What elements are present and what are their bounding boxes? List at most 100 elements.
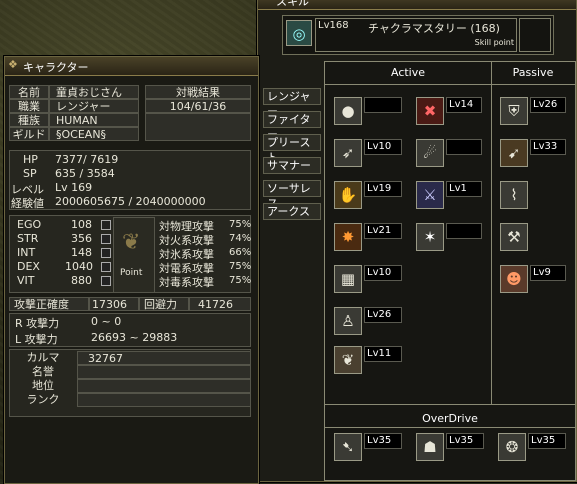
leaf-emblem-icon: ❦ (122, 230, 141, 255)
point-emblem: ❦ Point (113, 217, 155, 293)
overdrive-header: OverDrive (422, 412, 478, 425)
fame-label: 名誉 (32, 365, 54, 378)
vit-checkbox[interactable] (101, 276, 111, 286)
skill-level-12: Lv26 (530, 97, 566, 113)
skill-window-title: スキル (276, 0, 309, 8)
karma-label: カルマ (26, 351, 60, 364)
status-value (77, 379, 251, 393)
resist-physical-value: 75% (229, 219, 252, 230)
skill-icon-shield[interactable]: ⛨ (500, 97, 528, 125)
selected-skill-level: Lv168 (318, 20, 349, 31)
window-ornament-icon: ❖ (8, 58, 18, 71)
karma-value: 32767 (77, 351, 251, 365)
dex-checkbox[interactable] (101, 262, 111, 272)
evasion-value: 41726 (189, 297, 251, 311)
sp-value: 635 / 3584 (55, 167, 115, 180)
overdrive-icon-2[interactable]: ☗ (416, 433, 444, 461)
battle-result-value: 104/61/36 (145, 99, 251, 113)
character-window: ❖ キャラクター 名前 童貞おじさん 職業 レンジャー 種族 HUMAN ギルド… (4, 56, 259, 484)
sp-label: SP (23, 167, 37, 180)
selected-skill-name: チャクラマスタリー (168) (368, 22, 500, 35)
point-label: Point (120, 268, 143, 278)
skill-point-value-box (519, 18, 551, 52)
tab-fighter[interactable]: ファイター (263, 111, 321, 141)
ego-value: 108 (71, 218, 92, 231)
skill-icon-figure[interactable]: ♙ (334, 307, 362, 335)
skill-icon-eye[interactable]: ✖ (416, 97, 444, 125)
skill-level-1 (364, 97, 402, 113)
str-label: STR (17, 232, 39, 245)
vit-value: 880 (71, 274, 92, 287)
skill-icon-bow[interactable]: ➹ (500, 139, 528, 167)
hp-label: HP (23, 153, 38, 166)
accuracy-label: 攻撃正確度 (9, 297, 89, 311)
r-attack-label: R 攻撃力 (15, 317, 60, 330)
overdrive-level-3: Lv35 (528, 433, 566, 449)
name-label: 名前 (9, 85, 49, 99)
character-window-title: キャラクター (23, 61, 89, 74)
job-value: レンジャー (49, 99, 139, 113)
tab-ranger[interactable]: レンジャー (263, 88, 321, 118)
ego-checkbox[interactable] (101, 220, 111, 230)
skill-icon-stones[interactable]: ● (334, 97, 362, 125)
skill-level-10: Lv1 (446, 181, 482, 197)
name-value: 童貞おじさん (49, 85, 139, 99)
dex-label: DEX (17, 260, 40, 273)
skill-icon-summon[interactable]: ☄ (416, 139, 444, 167)
overdrive-icon-3[interactable]: ❂ (498, 433, 526, 461)
skill-level-6: Lv26 (364, 307, 402, 323)
exp-value: 2000605675 / 2040000000 (55, 195, 206, 208)
skill-icon-wings[interactable]: ❦ (334, 346, 362, 374)
l-attack-label: L 攻撃力 (15, 333, 58, 346)
evasion-label: 回避力 (139, 297, 189, 311)
int-checkbox[interactable] (101, 248, 111, 258)
skill-icon-wall[interactable]: ▦ (334, 265, 362, 293)
overdrive-icon-1[interactable]: ➷ (334, 433, 362, 461)
tab-summoner[interactable]: サマナー (263, 157, 321, 174)
tab-arcus[interactable]: アークス (263, 203, 321, 220)
character-window-titlebar[interactable]: ❖ キャラクター (5, 57, 258, 76)
int-value: 148 (71, 246, 92, 259)
status-label: 地位 (32, 379, 54, 392)
skill-level-9 (446, 139, 482, 155)
active-header: Active (390, 66, 426, 79)
skill-icon-swirl[interactable]: ⌇ (500, 181, 528, 209)
tab-sorcerer[interactable]: ソーサレス (263, 180, 321, 210)
job-label: 職業 (9, 99, 49, 113)
race-value: HUMAN (49, 113, 139, 127)
rank-label: ランク (26, 393, 60, 406)
skill-icon-explosion[interactable]: ✸ (334, 223, 362, 251)
skill-level-11 (446, 223, 482, 239)
race-label: 種族 (9, 113, 49, 127)
skill-icon-slash[interactable]: ➶ (334, 139, 362, 167)
selected-skill-panel: ◎ Lv168 チャクラマスタリー (168) Skill point (282, 15, 554, 55)
ego-label: EGO (17, 218, 42, 231)
rank-value (77, 393, 251, 407)
skill-icon-flame-hand[interactable]: ✋ (334, 181, 362, 209)
dex-value: 1040 (65, 260, 93, 273)
hp-value: 7377/ 7619 (55, 153, 119, 166)
resist-fire-value: 74% (229, 233, 252, 244)
overdrive-level-2: Lv35 (446, 433, 484, 449)
str-checkbox[interactable] (101, 234, 111, 244)
resist-lightning-value: 75% (229, 261, 252, 272)
header-divider (325, 84, 575, 85)
overdrive-header-line (325, 427, 575, 428)
skill-icon-sword[interactable]: ⚔ (416, 181, 444, 209)
column-divider (491, 62, 492, 404)
skill-icon-light[interactable]: ✶ (416, 223, 444, 251)
tab-priest[interactable]: プリースト (263, 134, 321, 164)
skill-level-13: Lv33 (530, 139, 566, 155)
skill-icon-claw[interactable]: ⚒ (500, 223, 528, 251)
passive-header: Passive (512, 66, 554, 79)
exp-label: 経験値 (11, 197, 44, 210)
skill-level-4: Lv21 (364, 223, 402, 239)
resist-ice-value: 66% (229, 247, 252, 258)
int-label: INT (17, 246, 36, 259)
skill-level-8: Lv14 (446, 97, 482, 113)
skill-level-2: Lv10 (364, 139, 402, 155)
overdrive-level-1: Lv35 (364, 433, 402, 449)
l-attack-value: 26693 ~ 29883 (91, 331, 178, 344)
chakra-mastery-icon[interactable]: ◎ (286, 20, 312, 46)
skill-icon-beast[interactable]: ☻ (500, 265, 528, 293)
